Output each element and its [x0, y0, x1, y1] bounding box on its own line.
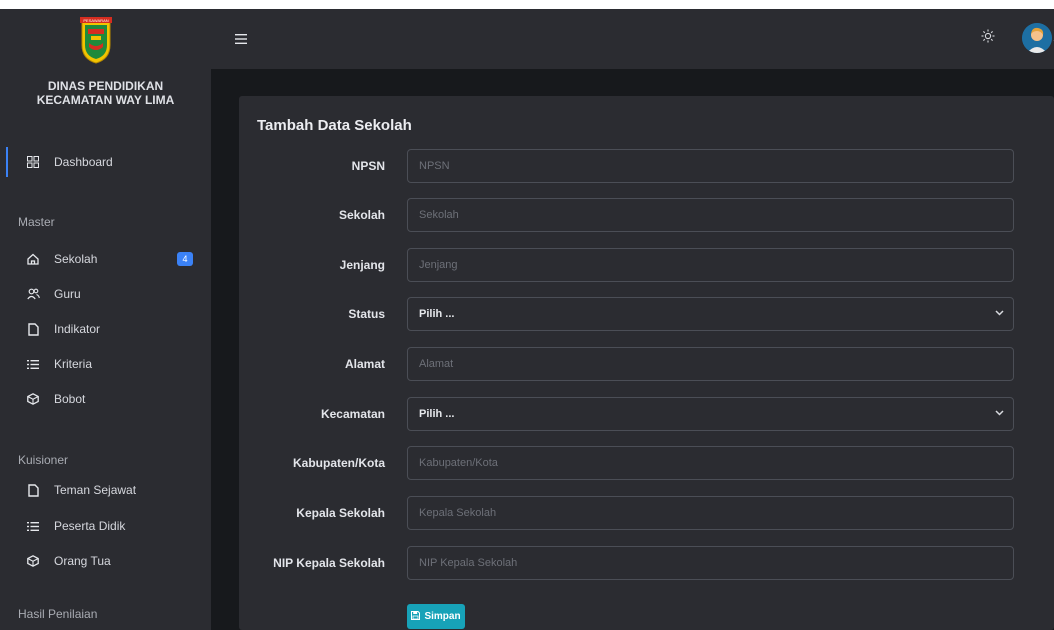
field-label: NIP Kepala Sekolah: [273, 556, 385, 570]
form-row-kecamatan: Kecamatan Pilih ...: [239, 397, 1054, 431]
list-icon: [26, 519, 40, 533]
sekolah-input[interactable]: [407, 198, 1014, 232]
save-button[interactable]: Simpan: [407, 604, 465, 629]
user-avatar-icon[interactable]: [1022, 23, 1052, 53]
sidebar-item-teman-sejawat[interactable]: Teman Sejawat: [0, 475, 211, 505]
grid-icon: [26, 155, 40, 169]
status-select[interactable]: Pilih ...: [407, 297, 1014, 331]
form-row-npsn: NPSN: [239, 149, 1054, 183]
save-button-label: Simpan: [424, 611, 461, 622]
sidebar-item-label: Guru: [54, 287, 81, 301]
form-row-status: Status Pilih ...: [239, 297, 1054, 331]
jenjang-input[interactable]: [407, 248, 1014, 282]
form-row-sekolah: Sekolah: [239, 198, 1054, 232]
field-label: Jenjang: [339, 258, 385, 272]
sidebar-item-indikator[interactable]: Indikator: [0, 314, 211, 344]
form-row-kepala-sekolah: Kepala Sekolah: [239, 496, 1054, 530]
list-icon: [26, 357, 40, 371]
form-row-alamat: Alamat: [239, 347, 1054, 381]
field-label: Kecamatan: [320, 407, 385, 421]
kabupaten-kota-input[interactable]: [407, 446, 1014, 480]
users-icon: [26, 287, 40, 301]
sidebar-item-label: Kriteria: [54, 357, 93, 371]
file-icon: [26, 322, 40, 336]
section-kuisioner: Kuisioner: [18, 453, 69, 467]
section-hasil-penilaian: Hasil Penilaian: [18, 607, 98, 621]
count-badge: 4: [177, 252, 193, 266]
brand-name-line1: DINAS PENDIDIKAN: [47, 79, 164, 93]
field-label: Kabupaten/Kota: [292, 456, 385, 470]
sun-icon[interactable]: [978, 28, 998, 48]
brand-name-line2: KECAMATAN WAY LIMA: [36, 93, 175, 107]
section-master: Master: [18, 215, 55, 229]
field-label: Status: [348, 307, 385, 321]
select-value: Pilih ...: [419, 408, 455, 420]
box-icon: [26, 392, 40, 406]
sidebar-item-kriteria[interactable]: Kriteria: [0, 349, 211, 379]
form-row-jenjang: Jenjang: [239, 248, 1054, 282]
sidebar: PESAWARAN DINAS PENDIDIKAN KECAMATAN WAY…: [0, 9, 211, 630]
field-label: Kepala Sekolah: [296, 506, 385, 520]
home-icon: [26, 252, 40, 266]
app-window: PESAWARAN DINAS PENDIDIKAN KECAMATAN WAY…: [0, 9, 1054, 630]
sidebar-item-bobot[interactable]: Bobot: [0, 384, 211, 414]
page-title: Tambah Data Sekolah: [257, 117, 412, 134]
chevron-down-icon: [995, 308, 1004, 319]
sidebar-item-dashboard[interactable]: Dashboard: [0, 147, 211, 177]
topbar: ⌄: [211, 9, 1054, 69]
select-value: Pilih ...: [419, 308, 455, 320]
sidebar-item-orang-tua[interactable]: Orang Tua: [0, 546, 211, 576]
kepala-sekolah-input[interactable]: [407, 496, 1014, 530]
sidebar-item-label: Teman Sejawat: [54, 483, 137, 497]
field-label: NPSN: [351, 159, 385, 173]
npsn-input[interactable]: [407, 149, 1014, 183]
brand-name: DINAS PENDIDIKAN KECAMATAN WAY LIMA: [0, 79, 211, 107]
sidebar-item-label: Bobot: [54, 392, 86, 406]
form-row-kabupaten-kota: Kabupaten/Kota: [239, 446, 1054, 480]
sidebar-item-label: Orang Tua: [54, 554, 111, 568]
sidebar-item-label: Sekolah: [54, 252, 98, 266]
alamat-input[interactable]: [407, 347, 1014, 381]
sidebar-item-label: Indikator: [54, 322, 101, 336]
field-label: Alamat: [344, 357, 385, 371]
save-icon: [411, 610, 421, 623]
box-icon: [26, 554, 40, 568]
sidebar-item-peserta-didik[interactable]: Peserta Didik: [0, 511, 211, 541]
file-icon: [26, 483, 40, 497]
nip-kepala-sekolah-input[interactable]: [407, 546, 1014, 580]
sidebar-item-sekolah[interactable]: Sekolah 4: [0, 244, 211, 274]
logo-emblem: PESAWARAN: [80, 17, 112, 64]
logo-text: PESAWARAN: [83, 18, 108, 23]
hamburger-icon[interactable]: [235, 33, 249, 45]
field-label: Sekolah: [338, 208, 385, 222]
sidebar-item-guru[interactable]: Guru: [0, 279, 211, 309]
form-card: Tambah Data Sekolah NPSN Sekolah Jenjang…: [239, 96, 1054, 630]
sidebar-item-label: Peserta Didik: [54, 519, 126, 533]
form-row-nip-kepala-sekolah: NIP Kepala Sekolah: [239, 546, 1054, 580]
sidebar-item-label: Dashboard: [54, 155, 113, 169]
chevron-down-icon: [995, 408, 1004, 419]
brand: PESAWARAN DINAS PENDIDIKAN KECAMATAN WAY…: [0, 9, 211, 129]
kecamatan-select[interactable]: Pilih ...: [407, 397, 1014, 431]
